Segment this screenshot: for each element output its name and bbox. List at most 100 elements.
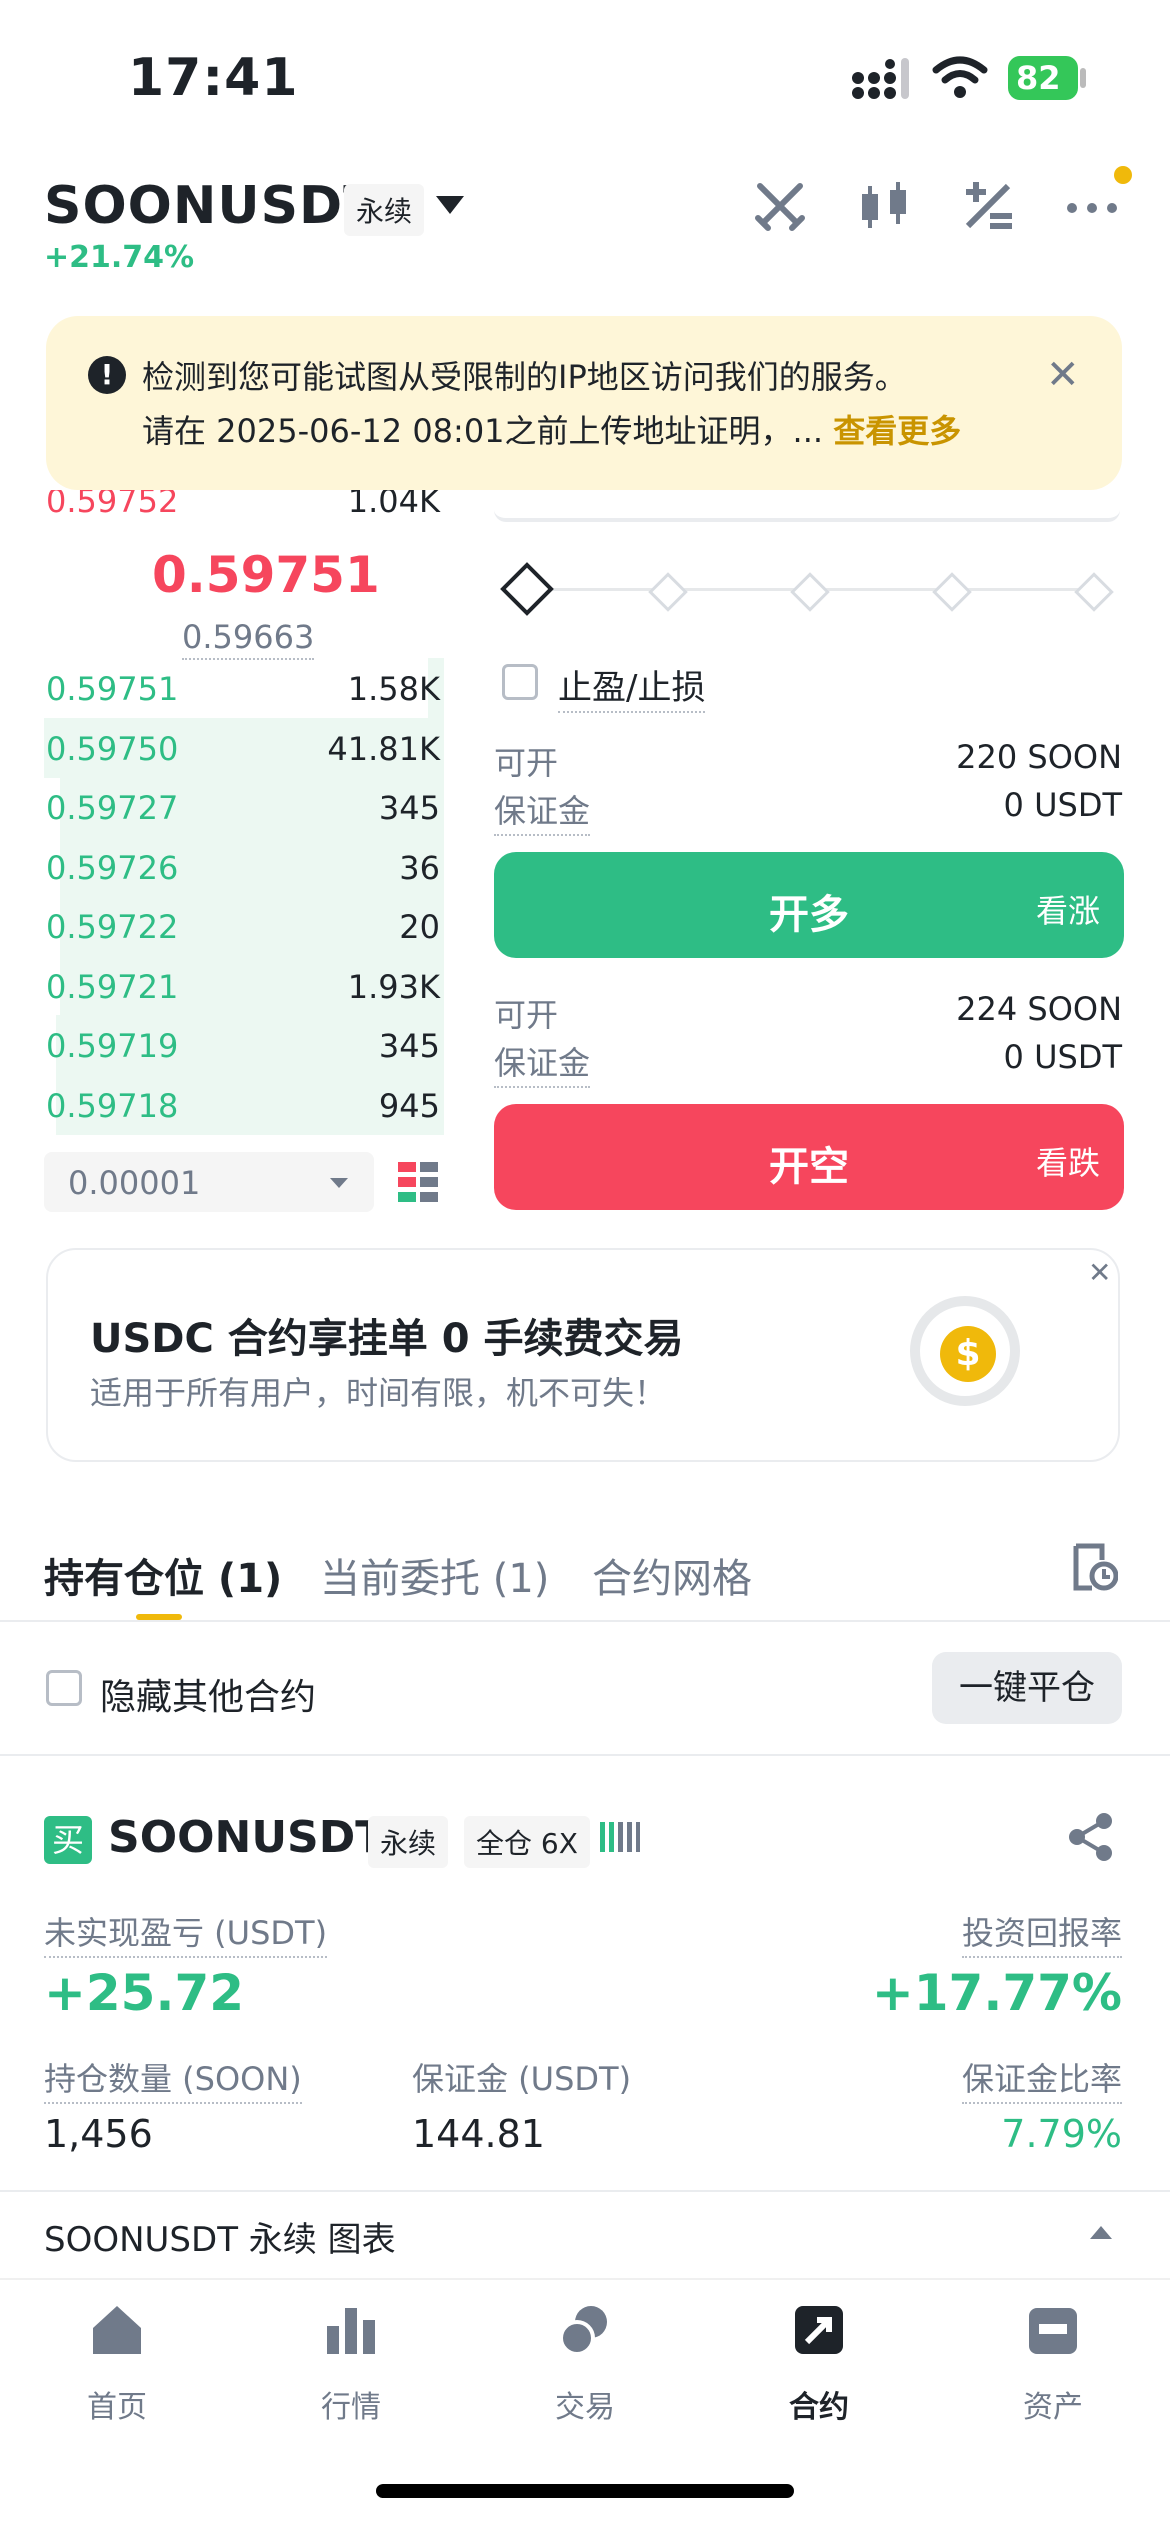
margin-value: 144.81	[412, 2112, 545, 2156]
nav-assets[interactable]: 资产	[936, 2300, 1170, 2426]
open-long-sub: 看涨	[1035, 892, 1100, 930]
open-long-button[interactable]: 开多 看涨	[494, 852, 1124, 958]
bid-price: 0.59721	[46, 967, 179, 1006]
trade-icon	[559, 2306, 607, 2356]
roi-label[interactable]: 投资回报率	[961, 1908, 1122, 1958]
battery-cap	[1080, 68, 1086, 88]
bid-price: 0.59750	[46, 729, 179, 768]
more-icon[interactable]	[1064, 178, 1120, 234]
orderbook-bid-row[interactable]: 0.59719 345	[44, 1015, 444, 1075]
nav-futures[interactable]: 合约	[702, 2300, 936, 2426]
precision-select[interactable]: 0.00001	[44, 1152, 374, 1212]
orderbook-bid-row[interactable]: 0.59726 36	[44, 836, 444, 897]
position-symbol[interactable]: SOONUSDT	[108, 1812, 385, 1863]
slider-tick-100[interactable]	[1074, 572, 1114, 612]
orderbook-bid-row[interactable]: 0.59750 41.81K	[44, 717, 444, 778]
open-short-label: 开空	[769, 1144, 849, 1190]
short-margin-label[interactable]: 保证金	[494, 1038, 591, 1088]
wifi-icon	[932, 56, 988, 98]
margin-ratio-value: 7.79%	[1001, 2112, 1122, 2156]
alert-icon: !	[88, 356, 126, 394]
tab-positions[interactable]: 持有仓位 (1)	[44, 1546, 282, 1604]
hide-other-label[interactable]: 隐藏其他合约	[100, 1668, 316, 1720]
banner-close-icon[interactable]: ✕	[1046, 352, 1080, 398]
open-long-label: 开多	[769, 892, 849, 938]
nav-markets[interactable]: 行情	[234, 2300, 468, 2426]
banner-line1: 检测到您可能试图从受限制的IP地区访问我们的服务。	[142, 358, 907, 396]
candlestick-icon[interactable]	[856, 178, 912, 234]
orderbook-bid-row[interactable]: 0.59722 20	[44, 896, 444, 956]
banner-more-link[interactable]: 查看更多	[833, 412, 961, 450]
unrealized-pnl-label[interactable]: 未实现盈亏 (USDT)	[44, 1908, 328, 1958]
futures-icon	[795, 2306, 843, 2354]
order-history-icon[interactable]	[1072, 1542, 1118, 1592]
bid-qty: 1.58K	[347, 670, 440, 708]
promo-subtitle: 适用于所有用户，时间有限，机不可失！	[90, 1374, 667, 1412]
bid-price: 0.59726	[46, 848, 179, 887]
promo-title: USDC 合约享挂单 0 手续费交易	[90, 1316, 684, 1362]
size-value: 1,456	[44, 2112, 153, 2156]
bid-price: 0.59719	[46, 1027, 179, 1065]
orderbook-bid-row[interactable]: 0.59721 1.93K	[44, 955, 444, 1016]
home-icon	[93, 2306, 141, 2354]
share-icon[interactable]	[1068, 1812, 1114, 1862]
last-price: 0.59751	[152, 546, 380, 604]
tab-grid[interactable]: 合约网格	[592, 1546, 752, 1604]
margin-mode-tag[interactable]: 全仓 6X	[464, 1816, 590, 1868]
status-time: 17:41	[128, 48, 299, 108]
chevron-up-icon[interactable]	[1090, 2226, 1112, 2239]
tp-sl-label[interactable]: 止盈/止损	[558, 660, 706, 713]
slider-tick-25[interactable]	[648, 572, 688, 612]
battery-icon: 82	[1008, 56, 1078, 100]
chart-bar-label[interactable]: SOONUSDT 永续 图表	[44, 2212, 396, 2261]
nav-markets-label: 行情	[321, 2390, 381, 2425]
bid-qty: 41.81K	[327, 729, 440, 768]
symbol-title[interactable]: SOONUSDT	[44, 176, 380, 236]
tp-sl-checkbox[interactable]	[502, 664, 538, 700]
slider-handle[interactable]	[500, 562, 554, 616]
positions-divider	[0, 1754, 1170, 1756]
banner-line2: 请在 2025-06-12 08:01之前上传地址证明，... 查看更多	[142, 406, 961, 452]
margin-label: 保证金 (USDT)	[412, 2060, 632, 2098]
tab-open-orders[interactable]: 当前委托 (1)	[320, 1546, 549, 1604]
size-label[interactable]: 持仓数量 (SOON)	[44, 2054, 302, 2104]
hide-other-checkbox[interactable]	[46, 1670, 82, 1706]
input-field-edge[interactable]	[494, 500, 1120, 522]
chevron-down-icon	[330, 1178, 348, 1188]
nav-home[interactable]: 首页	[0, 2300, 234, 2426]
side-badge: 买	[44, 1816, 92, 1864]
short-margin-value: 0 USDT	[1003, 1038, 1122, 1076]
bid-price: 0.59718	[46, 1086, 179, 1125]
long-margin-label[interactable]: 保证金	[494, 786, 591, 836]
mark-price[interactable]: 0.59663	[182, 618, 315, 660]
open-short-sub: 看跌	[1035, 1144, 1100, 1182]
banner-line2-text: 请在 2025-06-12 08:01之前上传地址证明，...	[142, 412, 824, 450]
nav-trade[interactable]: 交易	[468, 2300, 702, 2426]
slider-tick-50[interactable]	[790, 572, 830, 612]
orderbook-layout-icon[interactable]	[398, 1162, 440, 1204]
nav-trade-label: 交易	[555, 2390, 615, 2425]
long-margin-value: 0 USDT	[1003, 786, 1122, 824]
tabs-divider	[0, 1620, 1170, 1622]
adl-indicator-icon	[600, 1822, 640, 1852]
promo-close-icon[interactable]: ✕	[1088, 1256, 1111, 1289]
open-short-button[interactable]: 开空 看跌	[494, 1104, 1124, 1210]
orderbook-bid-row[interactable]: 0.59751 1.58K	[44, 658, 444, 718]
orderbook-bid-row[interactable]: 0.59718 945	[44, 1074, 444, 1135]
ask-qty: 1.04K	[347, 490, 440, 520]
long-available-value: 220 SOON	[956, 738, 1122, 776]
calculator-icon[interactable]	[960, 178, 1016, 234]
orderbook-ask-row[interactable]: 0.59752 1.04K	[44, 490, 444, 526]
symbol-dropdown-icon[interactable]	[436, 196, 464, 214]
close-all-button[interactable]: 一键平仓	[932, 1652, 1122, 1724]
nav-home-label: 首页	[87, 2390, 147, 2425]
margin-ratio-label[interactable]: 保证金比率	[961, 2054, 1122, 2104]
orderbook-bid-row[interactable]: 0.59727 345	[44, 777, 444, 837]
bid-qty: 1.93K	[347, 967, 440, 1006]
market-icon	[327, 2308, 375, 2354]
coin-icon: $	[940, 1326, 996, 1382]
slider-tick-75[interactable]	[932, 572, 972, 612]
position-contract-tag: 永续	[368, 1816, 449, 1868]
swords-icon[interactable]	[752, 178, 808, 234]
bid-qty: 345	[378, 1027, 440, 1065]
